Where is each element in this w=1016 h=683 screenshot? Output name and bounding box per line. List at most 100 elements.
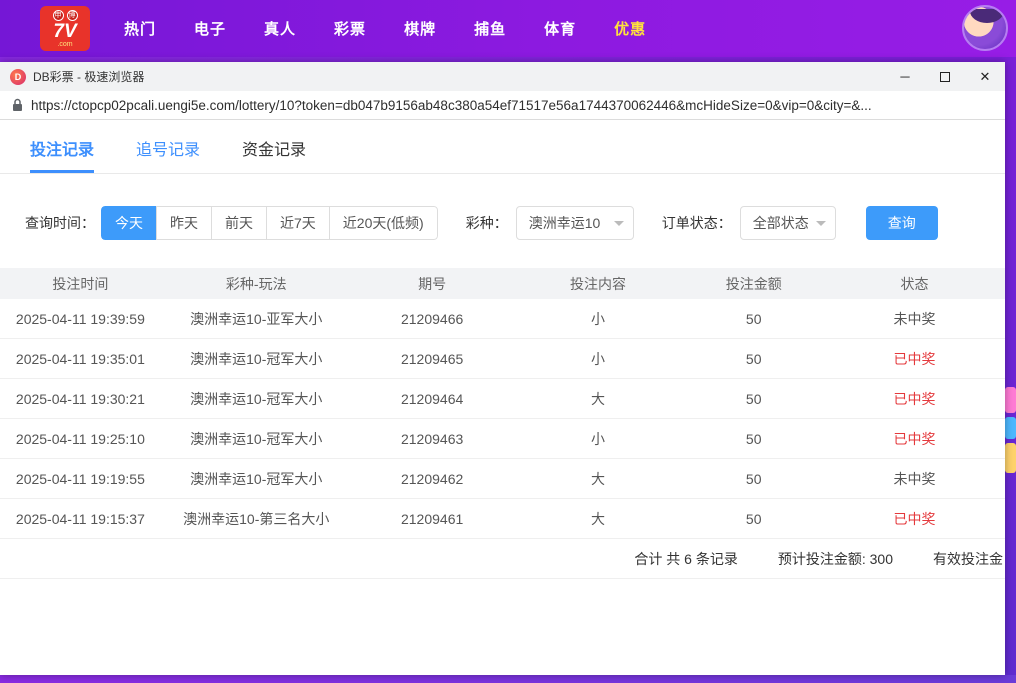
order-status-value: 全部状态 <box>753 213 809 233</box>
tab-bar: 投注记录 追号记录 资金记录 <box>0 126 1005 174</box>
tab-bet-records[interactable]: 投注记录 <box>30 126 94 173</box>
bet-time-cell: 2025-04-11 19:19:55 <box>0 471 161 487</box>
table-row[interactable]: 2025-04-11 19:15:37 澳洲幸运10-第三名大小 2120946… <box>0 499 1005 539</box>
maximize-icon <box>940 72 950 82</box>
filter-bar: 查询时间： 今天 昨天 前天 近7天 近20天(低频) 彩种： 澳洲幸运10 订… <box>0 206 1005 240</box>
bet-time-cell: 2025-04-11 19:30:21 <box>0 391 161 407</box>
order-status-select[interactable]: 全部状态 <box>740 206 836 240</box>
page-content: 投注记录 追号记录 资金记录 查询时间： 今天 昨天 前天 近7天 近20天(低… <box>0 120 1005 675</box>
bet-time-cell: 2025-04-11 19:39:59 <box>0 311 161 327</box>
header-game-play: 彩种-玩法 <box>161 274 352 294</box>
nav-items: 热门 电子 真人 彩票 棋牌 捕鱼 体育 优惠 <box>124 18 646 39</box>
background-decor <box>1005 387 1016 413</box>
nav-item-electronic[interactable]: 电子 <box>194 18 226 39</box>
status-filter-label: 订单状态： <box>662 213 732 233</box>
bet-amount-cell: 50 <box>683 471 824 487</box>
time-option-7days[interactable]: 近7天 <box>266 206 330 240</box>
time-option-yesterday[interactable]: 昨天 <box>156 206 212 240</box>
nav-item-fishing[interactable]: 捕鱼 <box>474 18 506 39</box>
bet-records-table: 投注时间 彩种-玩法 期号 投注内容 投注金额 状态 2025-04-11 19… <box>0 268 1005 579</box>
background-decor <box>1005 417 1016 439</box>
background-bottom-strip <box>0 675 1016 683</box>
summary-total-records: 合计 共 6 条记录 <box>634 549 737 569</box>
header-status: 状态 <box>824 274 1005 294</box>
close-button[interactable]: ✕ <box>965 62 1005 91</box>
game-play-cell: 澳洲幸运10-第三名大小 <box>161 509 352 529</box>
bet-content-cell: 小 <box>513 309 684 329</box>
bet-amount-cell: 50 <box>683 351 824 367</box>
bet-amount-cell: 50 <box>683 511 824 527</box>
logo-sub-text: .com <box>57 41 72 48</box>
status-cell: 未中奖 <box>824 309 1005 329</box>
nav-item-hot[interactable]: 热门 <box>124 18 156 39</box>
issue-cell: 21209461 <box>352 511 513 527</box>
chevron-down-icon <box>614 221 624 226</box>
bet-time-cell: 2025-04-11 19:25:10 <box>0 431 161 447</box>
time-filter-label: 查询时间： <box>25 213 95 233</box>
site-nav: 申 博 7V .com 热门 电子 真人 彩票 棋牌 捕鱼 体育 优惠 <box>0 0 1016 57</box>
url-bar[interactable]: https://ctopcp02pcali.uengi5e.com/lotter… <box>0 91 1005 120</box>
time-option-today[interactable]: 今天 <box>101 206 157 240</box>
window-title: DB彩票 - 极速浏览器 <box>33 68 144 85</box>
status-cell: 已中奖 <box>824 509 1005 529</box>
issue-cell: 21209465 <box>352 351 513 367</box>
lock-icon <box>12 98 23 112</box>
bet-amount-cell: 50 <box>683 431 824 447</box>
search-button[interactable]: 查询 <box>866 206 938 240</box>
chevron-down-icon <box>816 221 826 226</box>
bet-amount-cell: 50 <box>683 391 824 407</box>
tab-fund-records[interactable]: 资金记录 <box>242 126 306 173</box>
game-play-cell: 澳洲幸运10-亚军大小 <box>161 309 352 329</box>
lottery-filter-label: 彩种： <box>466 213 508 233</box>
bet-time-cell: 2025-04-11 19:35:01 <box>0 351 161 367</box>
logo-brand-circles: 申 博 <box>53 10 78 21</box>
summary-valid-amount: 有效投注金 <box>933 549 1003 569</box>
game-play-cell: 澳洲幸运10-冠军大小 <box>161 469 352 489</box>
bet-time-cell: 2025-04-11 19:15:37 <box>0 511 161 527</box>
browser-app-icon: D <box>10 69 26 85</box>
background-decor <box>1005 443 1016 473</box>
header-bet-content: 投注内容 <box>513 274 684 294</box>
issue-cell: 21209463 <box>352 431 513 447</box>
game-play-cell: 澳洲幸运10-冠军大小 <box>161 429 352 449</box>
issue-cell: 21209464 <box>352 391 513 407</box>
logo-circle-left: 申 <box>53 10 64 21</box>
table-header-row: 投注时间 彩种-玩法 期号 投注内容 投注金额 状态 <box>0 268 1005 299</box>
table-row[interactable]: 2025-04-11 19:39:59 澳洲幸运10-亚军大小 21209466… <box>0 299 1005 339</box>
bet-content-cell: 大 <box>513 389 684 409</box>
logo-main-text: 7V <box>53 22 76 41</box>
bet-content-cell: 小 <box>513 349 684 369</box>
time-option-daybefore[interactable]: 前天 <box>211 206 267 240</box>
nav-item-sports[interactable]: 体育 <box>544 18 576 39</box>
header-bet-amount: 投注金额 <box>683 274 824 294</box>
status-cell: 已中奖 <box>824 429 1005 449</box>
url-text[interactable]: https://ctopcp02pcali.uengi5e.com/lotter… <box>31 98 872 113</box>
maximize-button[interactable] <box>925 62 965 91</box>
browser-window: D DB彩票 - 极速浏览器 ─ ✕ https://ctopcp02pcali… <box>0 62 1005 675</box>
nav-item-promotions[interactable]: 优惠 <box>614 18 646 39</box>
site-logo[interactable]: 申 博 7V .com <box>40 6 90 51</box>
minimize-button[interactable]: ─ <box>885 62 925 91</box>
table-row[interactable]: 2025-04-11 19:19:55 澳洲幸运10-冠军大小 21209462… <box>0 459 1005 499</box>
nav-item-boardgames[interactable]: 棋牌 <box>404 18 436 39</box>
issue-cell: 21209466 <box>352 311 513 327</box>
table-row[interactable]: 2025-04-11 19:30:21 澳洲幸运10-冠军大小 21209464… <box>0 379 1005 419</box>
table-row[interactable]: 2025-04-11 19:35:01 澳洲幸运10-冠军大小 21209465… <box>0 339 1005 379</box>
table-row[interactable]: 2025-04-11 19:25:10 澳洲幸运10-冠军大小 21209463… <box>0 419 1005 459</box>
header-bet-time: 投注时间 <box>0 274 161 294</box>
time-option-20days[interactable]: 近20天(低频) <box>329 206 438 240</box>
bet-amount-cell: 50 <box>683 311 824 327</box>
lottery-select[interactable]: 澳洲幸运10 <box>516 206 634 240</box>
status-cell: 已中奖 <box>824 349 1005 369</box>
nav-item-live[interactable]: 真人 <box>264 18 296 39</box>
avatar[interactable] <box>962 5 1008 51</box>
bet-content-cell: 大 <box>513 509 684 529</box>
time-filter-group: 今天 昨天 前天 近7天 近20天(低频) <box>101 206 438 240</box>
background-right-strip <box>1005 57 1016 683</box>
tab-chase-records[interactable]: 追号记录 <box>136 126 200 173</box>
nav-item-lottery[interactable]: 彩票 <box>334 18 366 39</box>
bet-content-cell: 大 <box>513 469 684 489</box>
game-play-cell: 澳洲幸运10-冠军大小 <box>161 389 352 409</box>
status-cell: 已中奖 <box>824 389 1005 409</box>
summary-expected-amount: 预计投注金额: 300 <box>778 549 893 569</box>
